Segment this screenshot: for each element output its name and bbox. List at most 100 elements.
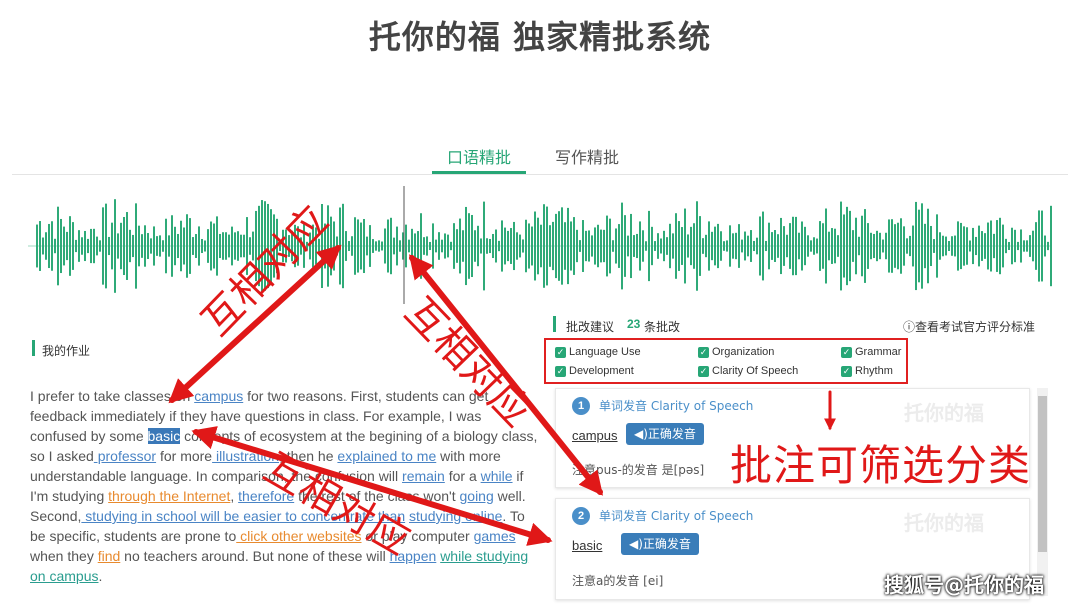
waveform-bar (174, 226, 176, 266)
essay-mark-basic[interactable]: basic (147, 428, 181, 444)
waveform-bar (414, 233, 416, 259)
checkbox-checked-icon[interactable]: ✓ (841, 346, 852, 358)
waveform-bar (459, 218, 461, 274)
filter-development[interactable]: ✓ Development (555, 365, 634, 377)
filter-language-use[interactable]: ✓ Language Use (555, 346, 641, 358)
waveform-bar (942, 235, 944, 257)
tab-divider (12, 174, 1068, 175)
waveform-bar (387, 219, 389, 273)
filter-rhythm[interactable]: ✓ Rhythm (841, 365, 893, 377)
waveform-bar (183, 227, 185, 265)
waveform-bar (672, 233, 674, 259)
waveform-bar (399, 240, 401, 252)
card-number-badge: 2 (572, 507, 590, 525)
card-watermark-logo: 托你的福 (904, 401, 984, 425)
review-scrollbar-thumb[interactable] (1038, 396, 1047, 552)
waveform-bar (105, 203, 107, 289)
waveform-bar (102, 207, 104, 285)
waveform-bar (762, 211, 764, 281)
waveform-bar (204, 240, 206, 252)
waveform-bar (75, 239, 77, 253)
waveform-bar (384, 228, 386, 264)
essay-mark-remain[interactable]: remain (402, 468, 445, 484)
waveform-bar (852, 230, 854, 262)
waveform-bar (999, 217, 1001, 275)
waveform-bar (1017, 241, 1019, 251)
waveform-bar (351, 236, 353, 256)
waveform-bar (801, 221, 803, 271)
waveform-bar (219, 233, 221, 259)
waveform-bar (816, 238, 818, 254)
waveform-bar (870, 232, 872, 260)
checkbox-checked-icon[interactable]: ✓ (555, 346, 566, 358)
waveform-bar (798, 232, 800, 260)
essay-mark-explained[interactable]: explained to me (337, 448, 436, 464)
waveform-bar (663, 230, 665, 262)
waveform-bar (96, 236, 98, 256)
card-word[interactable]: campus (572, 428, 618, 443)
waveform-bar (546, 206, 548, 286)
waveform-bar (597, 224, 599, 268)
waveform-bar (90, 228, 92, 264)
filter-organization[interactable]: ✓ Organization (698, 346, 774, 358)
waveform-bar (144, 225, 146, 267)
waveform-bar (78, 230, 80, 262)
waveform-bar (48, 223, 50, 269)
waveform-bar (225, 232, 227, 260)
essay-mark-studying-online[interactable]: studying online (409, 508, 502, 524)
waveform-bar (732, 233, 734, 259)
waveform-bar (1032, 230, 1034, 262)
audio-waveform[interactable] (12, 186, 1068, 306)
waveform-bar (678, 221, 680, 271)
essay-mark-internet[interactable]: through the Internet (108, 488, 230, 504)
official-criteria-link[interactable]: ⓘ查看考试官方评分标准 (903, 318, 1035, 335)
waveform-bar (1035, 222, 1037, 270)
waveform-bar (1002, 224, 1004, 268)
correct-pronunciation-button[interactable]: ◀)正确发音 (626, 423, 704, 445)
waveform-bar (72, 222, 74, 270)
checkbox-checked-icon[interactable]: ✓ (841, 365, 852, 377)
checkbox-checked-icon[interactable]: ✓ (698, 365, 709, 377)
waveform-bar (93, 228, 95, 264)
waveform-bar (846, 206, 848, 286)
essay-mark-while[interactable]: while (481, 468, 513, 484)
card-word[interactable]: basic (572, 538, 602, 553)
essay-mark-games[interactable]: games (474, 528, 516, 544)
filter-label: Clarity Of Speech (712, 365, 799, 377)
essay-mark-find[interactable]: find (98, 548, 121, 564)
correct-pronunciation-button[interactable]: ◀)正确发音 (621, 533, 699, 555)
waveform-bar (867, 223, 869, 269)
essay-mark-campus[interactable]: campus (194, 388, 243, 404)
filter-clarity-of-speech[interactable]: ✓ Clarity Of Speech (698, 365, 798, 377)
waveform-bar (804, 226, 806, 266)
checkbox-checked-icon[interactable]: ✓ (698, 346, 709, 358)
waveform-bar (900, 218, 902, 274)
waveform-bar (1029, 235, 1031, 257)
checkbox-checked-icon[interactable]: ✓ (555, 365, 566, 377)
tab-oral-review[interactable]: 口语精批 (447, 144, 511, 168)
filter-label: Language Use (569, 346, 641, 358)
filter-grammar[interactable]: ✓ Grammar (841, 346, 901, 358)
waveform-bar (189, 218, 191, 274)
waveform-bar (765, 240, 767, 252)
waveform-bar (153, 226, 155, 266)
filter-label: Grammar (855, 346, 902, 358)
essay-segment: no teachers around. But none of these wi… (120, 548, 390, 564)
essay-mark-professor[interactable]: professor (94, 448, 156, 464)
waveform-bar (1026, 240, 1028, 252)
waveform-bar (684, 208, 686, 284)
card-note: 注意pus-的发音 是[pəs] (572, 463, 705, 477)
essay-mark-going[interactable]: going (460, 488, 494, 504)
tab-writing-review[interactable]: 写作精批 (555, 144, 619, 168)
waveform-bar (456, 229, 458, 263)
waveform-bar (591, 235, 593, 257)
waveform-bar (813, 237, 815, 255)
card-category: 单词发音 Clarity of Speech (599, 509, 754, 523)
waveform-bar (120, 222, 122, 270)
waveform-bar (498, 240, 500, 252)
waveform-bar (777, 234, 779, 258)
waveform-bar (114, 199, 116, 293)
card-note: 注意a的发音 [ei] (572, 574, 664, 588)
waveform-bar (780, 217, 782, 275)
waveform-bar (510, 228, 512, 264)
